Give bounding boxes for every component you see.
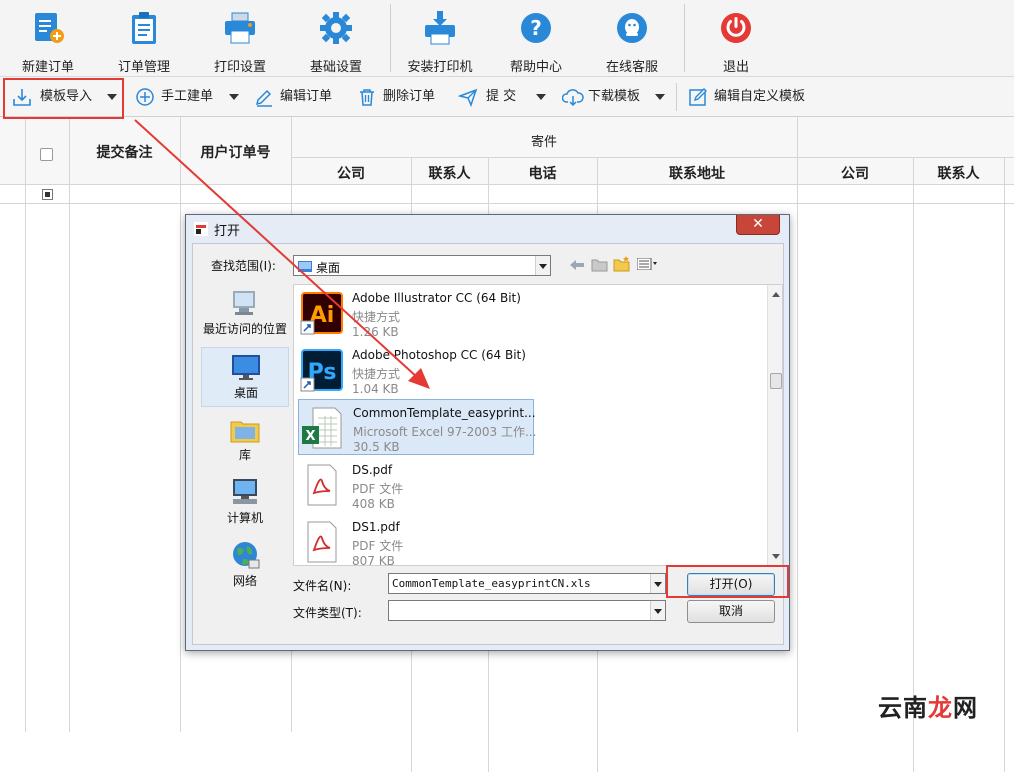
watermark-part3: 网	[953, 693, 978, 722]
watermark-part1: 云南	[878, 693, 928, 722]
watermark-logo: 云南龙网	[878, 688, 978, 723]
annotation-arrow	[134, 119, 430, 389]
watermark-part2: 龙	[928, 693, 953, 722]
